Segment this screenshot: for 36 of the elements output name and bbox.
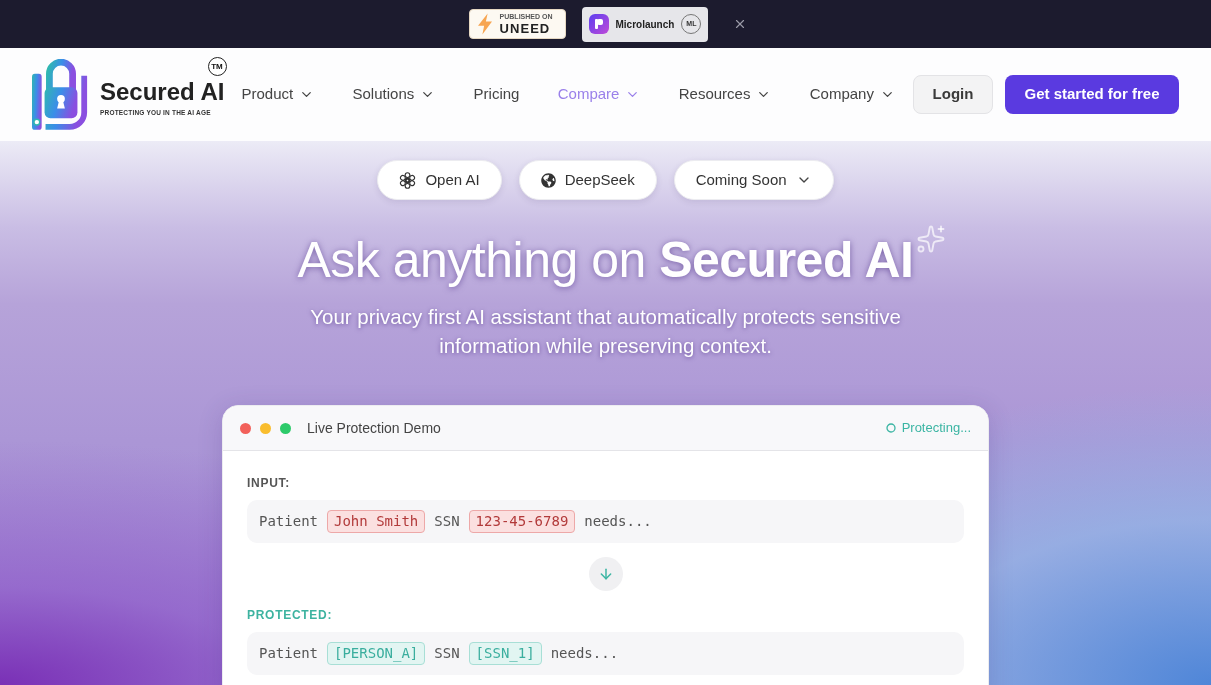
padlock-logo-icon	[32, 58, 90, 131]
nav-dropdown[interactable]: Resources	[678, 83, 772, 106]
section-label: PROTECTED:	[247, 607, 334, 623]
sparkles-icon	[915, 223, 946, 255]
sample-text: needs...	[550, 644, 619, 663]
hero-title: Ask anything on Secured AI	[297, 231, 914, 289]
model-dropdown[interactable]: Coming Soon	[673, 160, 834, 200]
sample-text: needs...	[584, 512, 652, 531]
nav-dropdown[interactable]: Product	[241, 83, 315, 106]
globe-icon	[540, 172, 556, 188]
demo-title: Live Protection Demo	[307, 418, 441, 438]
get-started-button[interactable]: Get started for free	[1005, 75, 1179, 114]
status-text: Protecting...	[901, 419, 971, 438]
nav-dropdown[interactable]: Company	[809, 83, 895, 106]
sample-text: Patient	[259, 644, 318, 663]
ring-icon	[885, 423, 896, 433]
sample-text: SSN	[434, 512, 460, 531]
nav-dropdown[interactable]: Solutions	[352, 83, 436, 106]
model-pill[interactable]: Open AI	[377, 160, 502, 200]
sample-text: SSN	[434, 644, 460, 663]
hero-subtitle: Your privacy first AI assistant that automatically protects sensitive information while preserving context.	[309, 304, 902, 359]
trademark-mark: TM	[207, 57, 227, 76]
app-logo-icon	[588, 14, 609, 34]
nav-link[interactable]: Pricing	[473, 83, 520, 106]
token-tag: [PERSON_A]	[327, 642, 426, 665]
login-button[interactable]: Login	[913, 75, 993, 114]
token-tag: [SSN_1]	[468, 642, 542, 665]
lightning-bolt-icon	[477, 13, 492, 35]
arrow-down-icon	[588, 557, 623, 591]
brand-name: Secured AI	[100, 78, 225, 106]
sensitive-highlight: 123-45-6789	[468, 510, 576, 533]
model-pill[interactable]: DeepSeek	[518, 160, 657, 200]
sensitive-highlight: John Smith	[327, 510, 426, 533]
section-label: INPUT:	[247, 475, 291, 491]
knot-logo-icon	[399, 171, 417, 189]
sample-text: Patient	[259, 512, 318, 531]
